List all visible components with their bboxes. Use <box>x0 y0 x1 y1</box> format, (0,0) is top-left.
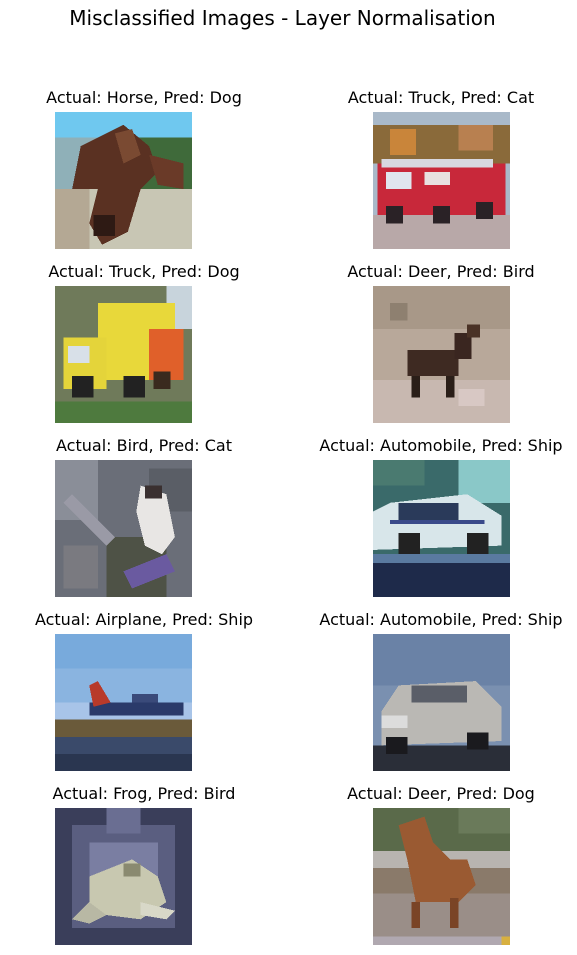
panel-caption: Actual: Truck, Pred: Cat <box>347 88 535 107</box>
police-car-photo <box>373 460 510 597</box>
deer-photo <box>373 286 510 423</box>
deer-on-road-photo <box>373 808 510 945</box>
panel-caption: Actual: Automobile, Pred: Ship <box>319 436 563 455</box>
panel-caption: Actual: Frog, Pred: Bird <box>52 784 236 803</box>
panel-caption: Actual: Horse, Pred: Dog <box>46 88 242 107</box>
bird-photo <box>55 460 192 597</box>
yellow-truck-photo <box>55 286 192 423</box>
panel-caption: Actual: Bird, Pred: Cat <box>56 436 232 455</box>
fire-truck-photo <box>373 112 510 249</box>
panel-caption: Actual: Deer, Pred: Dog <box>347 784 535 803</box>
horse-photo <box>55 112 192 249</box>
panel-caption: Actual: Airplane, Pred: Ship <box>34 610 254 629</box>
panel-caption: Actual: Deer, Pred: Bird <box>347 262 535 281</box>
frog-photo <box>55 808 192 945</box>
figure-title: Misclassified Images - Layer Normalisati… <box>69 6 496 30</box>
airplane-photo <box>55 634 192 771</box>
panel-caption: Actual: Automobile, Pred: Ship <box>319 610 563 629</box>
silver-car-photo <box>373 634 510 771</box>
panel-caption: Actual: Truck, Pred: Dog <box>48 262 240 281</box>
